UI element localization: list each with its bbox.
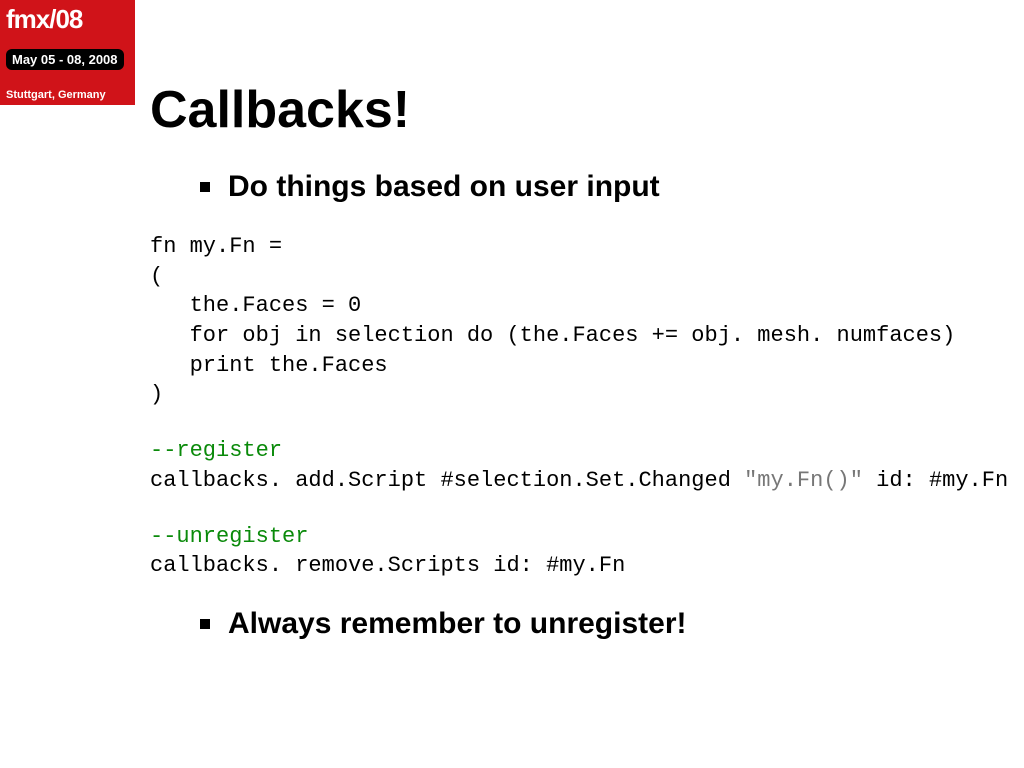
- code-line: callbacks. remove.Scripts id: #my.Fn: [150, 553, 625, 578]
- square-bullet-icon: [200, 182, 210, 192]
- logo-location: Stuttgart, Germany: [6, 89, 129, 101]
- code-line: id: #my.Fn: [863, 468, 1008, 493]
- bullet-text: Do things based on user input: [228, 170, 660, 204]
- code-line: callbacks. add.Script #selection.Set.Cha…: [150, 468, 744, 493]
- bullet-item-1: Do things based on user input: [200, 170, 984, 204]
- code-line: ): [150, 382, 163, 407]
- code-block-register: --register callbacks. add.Script #select…: [150, 436, 984, 495]
- bullet-text: Always remember to unregister!: [228, 607, 686, 641]
- code-line: fn my.Fn =: [150, 234, 282, 259]
- code-block-function: fn my.Fn = ( the.Faces = 0 for obj in se…: [150, 232, 984, 410]
- logo-brand: fmx/08: [6, 6, 129, 32]
- logo-dates: May 05 - 08, 2008: [6, 49, 124, 70]
- code-line: print the.Faces: [150, 353, 388, 378]
- code-line: for obj in selection do (the.Faces += ob…: [150, 323, 955, 348]
- code-comment: --unregister: [150, 524, 308, 549]
- event-logo: fmx/08 May 05 - 08, 2008 Stuttgart, Germ…: [0, 0, 135, 105]
- code-string: "my.Fn()": [744, 468, 863, 493]
- bullet-item-2: Always remember to unregister!: [200, 607, 984, 641]
- slide-body: Callbacks! Do things based on user input…: [150, 80, 984, 669]
- slide-title: Callbacks!: [150, 80, 984, 140]
- square-bullet-icon: [200, 619, 210, 629]
- code-block-unregister: --unregister callbacks. remove.Scripts i…: [150, 522, 984, 581]
- code-comment: --register: [150, 438, 282, 463]
- code-line: (: [150, 264, 163, 289]
- code-line: the.Faces = 0: [150, 293, 361, 318]
